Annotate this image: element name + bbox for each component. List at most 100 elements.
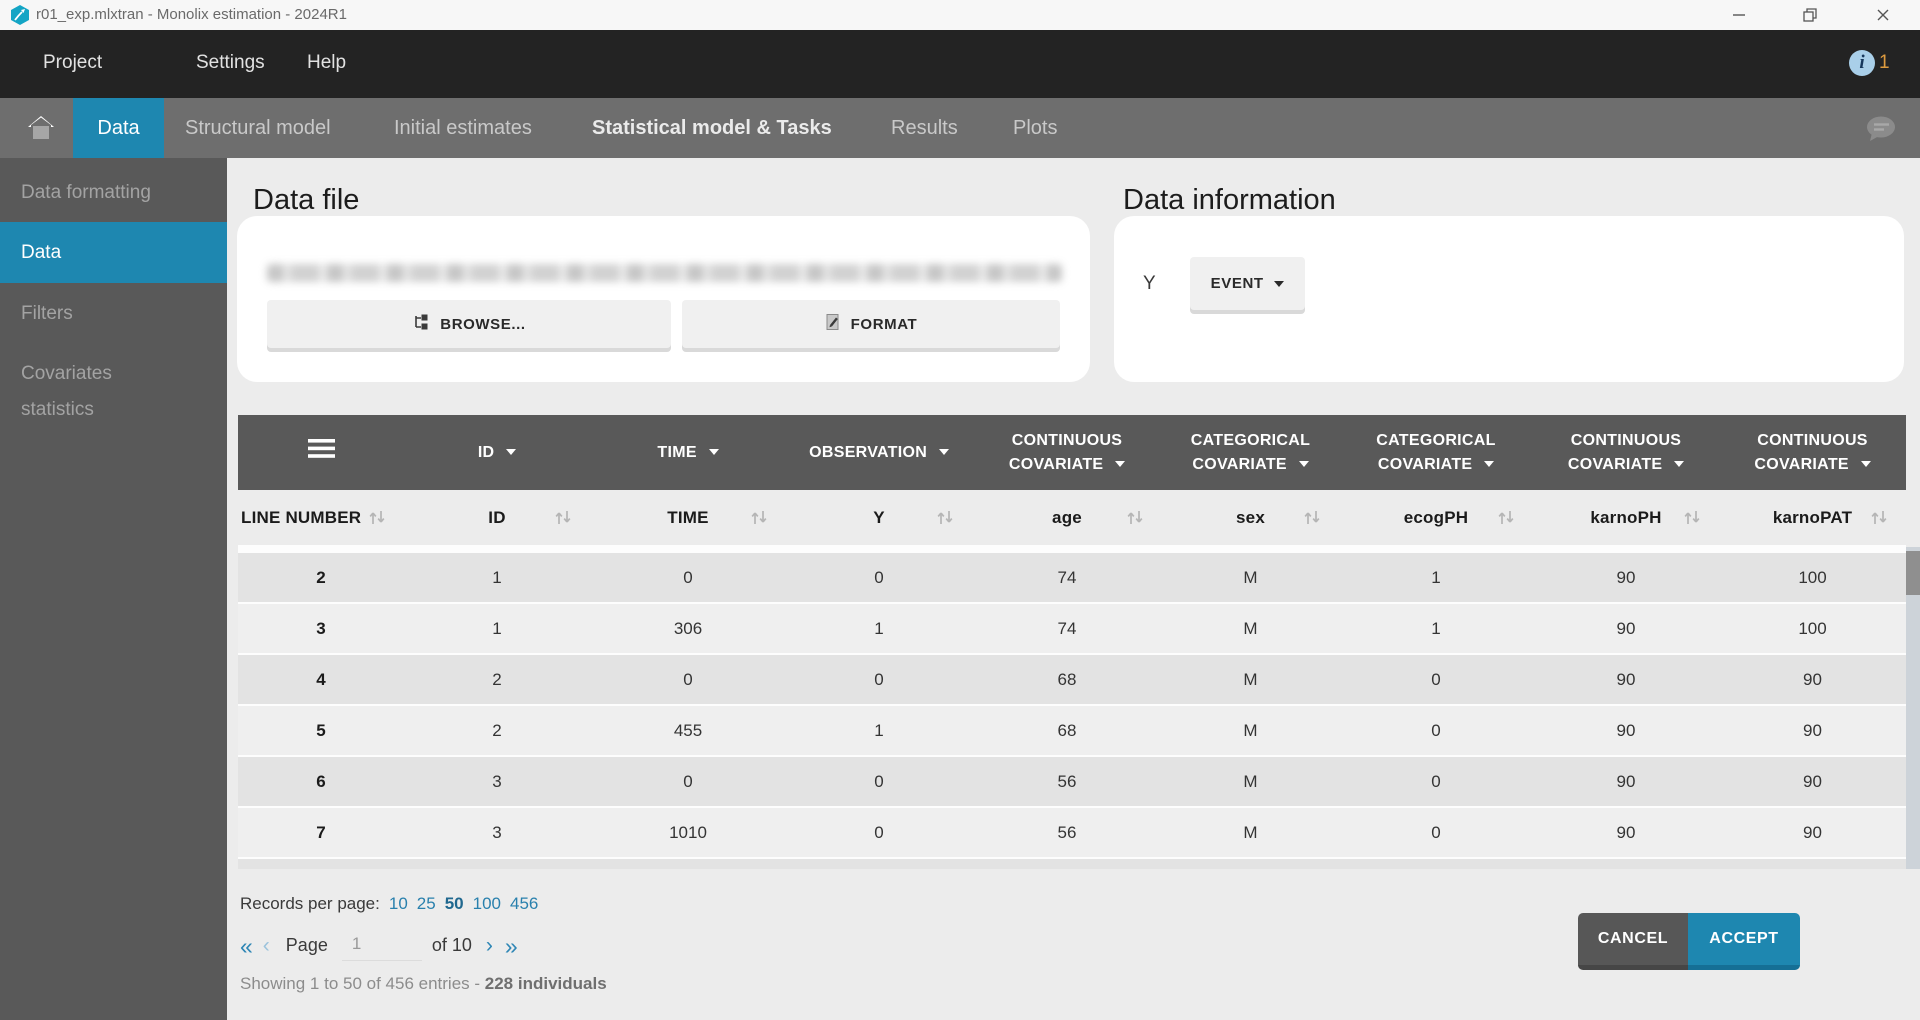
notification-count: 1 <box>1879 52 1890 74</box>
table-cell: 0 <box>590 568 786 588</box>
restore-icon[interactable] <box>1793 0 1827 30</box>
table-cell: 0 <box>786 772 972 792</box>
column-type-header: OBSERVATION <box>786 415 972 490</box>
minimize-icon[interactable] <box>1722 0 1756 30</box>
column-header-id: ID <box>404 490 590 545</box>
document-pencil-icon <box>825 313 841 335</box>
tab-initial-estimates[interactable]: Initial estimates <box>394 98 532 158</box>
records-per-page-option-100[interactable]: 100 <box>473 894 501 914</box>
sidebar-item-data[interactable]: Data <box>0 222 227 283</box>
column-header-label: karnoPH <box>1590 508 1661 528</box>
sort-icon[interactable] <box>748 509 770 526</box>
previous-page-icon[interactable]: ‹ <box>263 936 270 956</box>
sort-icon[interactable] <box>1495 509 1517 526</box>
y-type-dropdown[interactable]: EVENT <box>1190 257 1305 310</box>
entries-summary: Showing 1 to 50 of 456 entries - 228 ind… <box>240 974 607 994</box>
column-type-dropdown[interactable]: CATEGORICAL COVARIATE <box>1361 429 1511 477</box>
table-cell: 6 <box>238 772 404 792</box>
column-type-header: CONTINUOUS COVARIATE <box>972 415 1162 490</box>
table-cell: M <box>1162 568 1339 588</box>
table-cell: 90 <box>1719 670 1906 690</box>
page-label: Page <box>286 935 328 956</box>
next-page-icon[interactable]: › <box>486 936 493 956</box>
tab-plots[interactable]: Plots <box>1013 98 1057 158</box>
sidebar-item-filters[interactable]: Filters <box>0 297 227 331</box>
table-row: 630056M09090 <box>238 757 1906 806</box>
page-number-input[interactable] <box>342 930 422 961</box>
sort-icon[interactable] <box>1124 509 1146 526</box>
table-cell: 100 <box>1719 619 1906 639</box>
table-cell: 5 <box>238 721 404 741</box>
table-cell: 90 <box>1533 568 1719 588</box>
records-per-page-option-10[interactable]: 10 <box>389 894 408 914</box>
browse-button[interactable]: BROWSE... <box>267 300 671 348</box>
column-header-time: TIME <box>590 490 786 545</box>
table-cell: 90 <box>1533 721 1719 741</box>
sort-icon[interactable] <box>552 509 574 526</box>
column-header-label: sex <box>1236 508 1265 528</box>
monolix-logo-icon <box>9 4 31 31</box>
chevron-down-icon <box>1861 461 1871 467</box>
sidebar-item-data-formatting[interactable]: Data formatting <box>0 176 227 210</box>
chevron-down-icon <box>1274 281 1284 287</box>
sort-icon[interactable] <box>1301 509 1323 526</box>
vertical-scrollbar[interactable] <box>1906 547 1920 869</box>
column-type-dropdown[interactable]: CATEGORICAL COVARIATE <box>1176 429 1326 477</box>
tab-data[interactable]: Data <box>73 98 164 158</box>
table-cell: 74 <box>972 568 1162 588</box>
column-header-label: LINE NUMBER <box>241 508 361 528</box>
action-buttons: CANCEL ACCEPT <box>1578 913 1800 970</box>
column-type-dropdown[interactable]: CONTINUOUS COVARIATE <box>1551 429 1701 477</box>
table-cell: 0 <box>786 568 972 588</box>
column-header-ecogph: ecogPH <box>1339 490 1533 545</box>
column-type-dropdown[interactable]: OBSERVATION <box>809 441 949 465</box>
menu-project[interactable]: Project <box>43 52 102 74</box>
column-type-header-row: ID TIME OBSERVATION CONTINUOUS COVARIATE… <box>238 415 1906 490</box>
column-type-dropdown[interactable]: CONTINUOUS COVARIATE <box>1738 429 1888 477</box>
column-header-label: TIME <box>667 508 708 528</box>
sort-icon[interactable] <box>366 509 388 526</box>
sort-icon[interactable] <box>1681 509 1703 526</box>
scrollbar-thumb[interactable] <box>1906 551 1920 595</box>
chevron-down-icon <box>1115 461 1125 467</box>
table-cell: 1 <box>404 619 590 639</box>
tab-results[interactable]: Results <box>891 98 958 158</box>
format-button[interactable]: FORMAT <box>682 300 1060 348</box>
table-cell: 0 <box>1339 670 1533 690</box>
chat-bubble-icon[interactable] <box>1862 110 1900 153</box>
table-cell: 90 <box>1533 670 1719 690</box>
column-type-dropdown[interactable]: CONTINUOUS COVARIATE <box>992 429 1142 477</box>
sidebar: Data formatting Data Filters Covariates sta… <box>0 158 227 1020</box>
menu-help[interactable]: Help <box>307 52 346 74</box>
notification-badge[interactable]: i 1 <box>1849 50 1890 76</box>
accept-button[interactable]: ACCEPT <box>1688 913 1800 970</box>
column-type-dropdown[interactable]: ID <box>478 441 516 465</box>
home-icon[interactable] <box>26 113 56 148</box>
sort-icon[interactable] <box>934 509 956 526</box>
page-navigation: « ‹ Page of 10 › » <box>240 930 518 961</box>
sidebar-item-covariates-statistics[interactable]: Covariates statistics <box>0 356 160 428</box>
window-title: r01_exp.mlxtran - Monolix estimation - 2… <box>36 6 347 23</box>
tab-structural-model[interactable]: Structural model <box>185 98 331 158</box>
table-cell: 68 <box>972 670 1162 690</box>
column-type-dropdown[interactable]: TIME <box>657 441 718 465</box>
table-row-partial <box>238 859 1906 869</box>
column-type-header: CATEGORICAL COVARIATE <box>1162 415 1339 490</box>
first-page-icon[interactable]: « <box>240 936 253 956</box>
close-icon[interactable] <box>1866 0 1900 30</box>
records-per-page-option-25[interactable]: 25 <box>417 894 436 914</box>
tab-statistical-model-tasks[interactable]: Statistical model & Tasks <box>592 98 832 158</box>
records-per-page-option-50[interactable]: 50 <box>445 894 464 914</box>
last-page-icon[interactable]: » <box>505 936 518 956</box>
table-row: 210074M190100 <box>238 553 1906 602</box>
column-header-row: LINE NUMBERIDTIMEYagesexecogPHkarnoPHkar… <box>238 490 1906 545</box>
records-per-page-option-456[interactable]: 456 <box>510 894 538 914</box>
menu-settings[interactable]: Settings <box>196 52 265 74</box>
table-cell: 56 <box>972 772 1162 792</box>
sort-icon[interactable] <box>1868 509 1890 526</box>
table-cell: 0 <box>786 670 972 690</box>
chevron-down-icon <box>506 449 516 455</box>
table-cell: 1 <box>404 568 590 588</box>
hamburger-menu-icon[interactable] <box>308 438 335 467</box>
cancel-button[interactable]: CANCEL <box>1578 913 1688 970</box>
